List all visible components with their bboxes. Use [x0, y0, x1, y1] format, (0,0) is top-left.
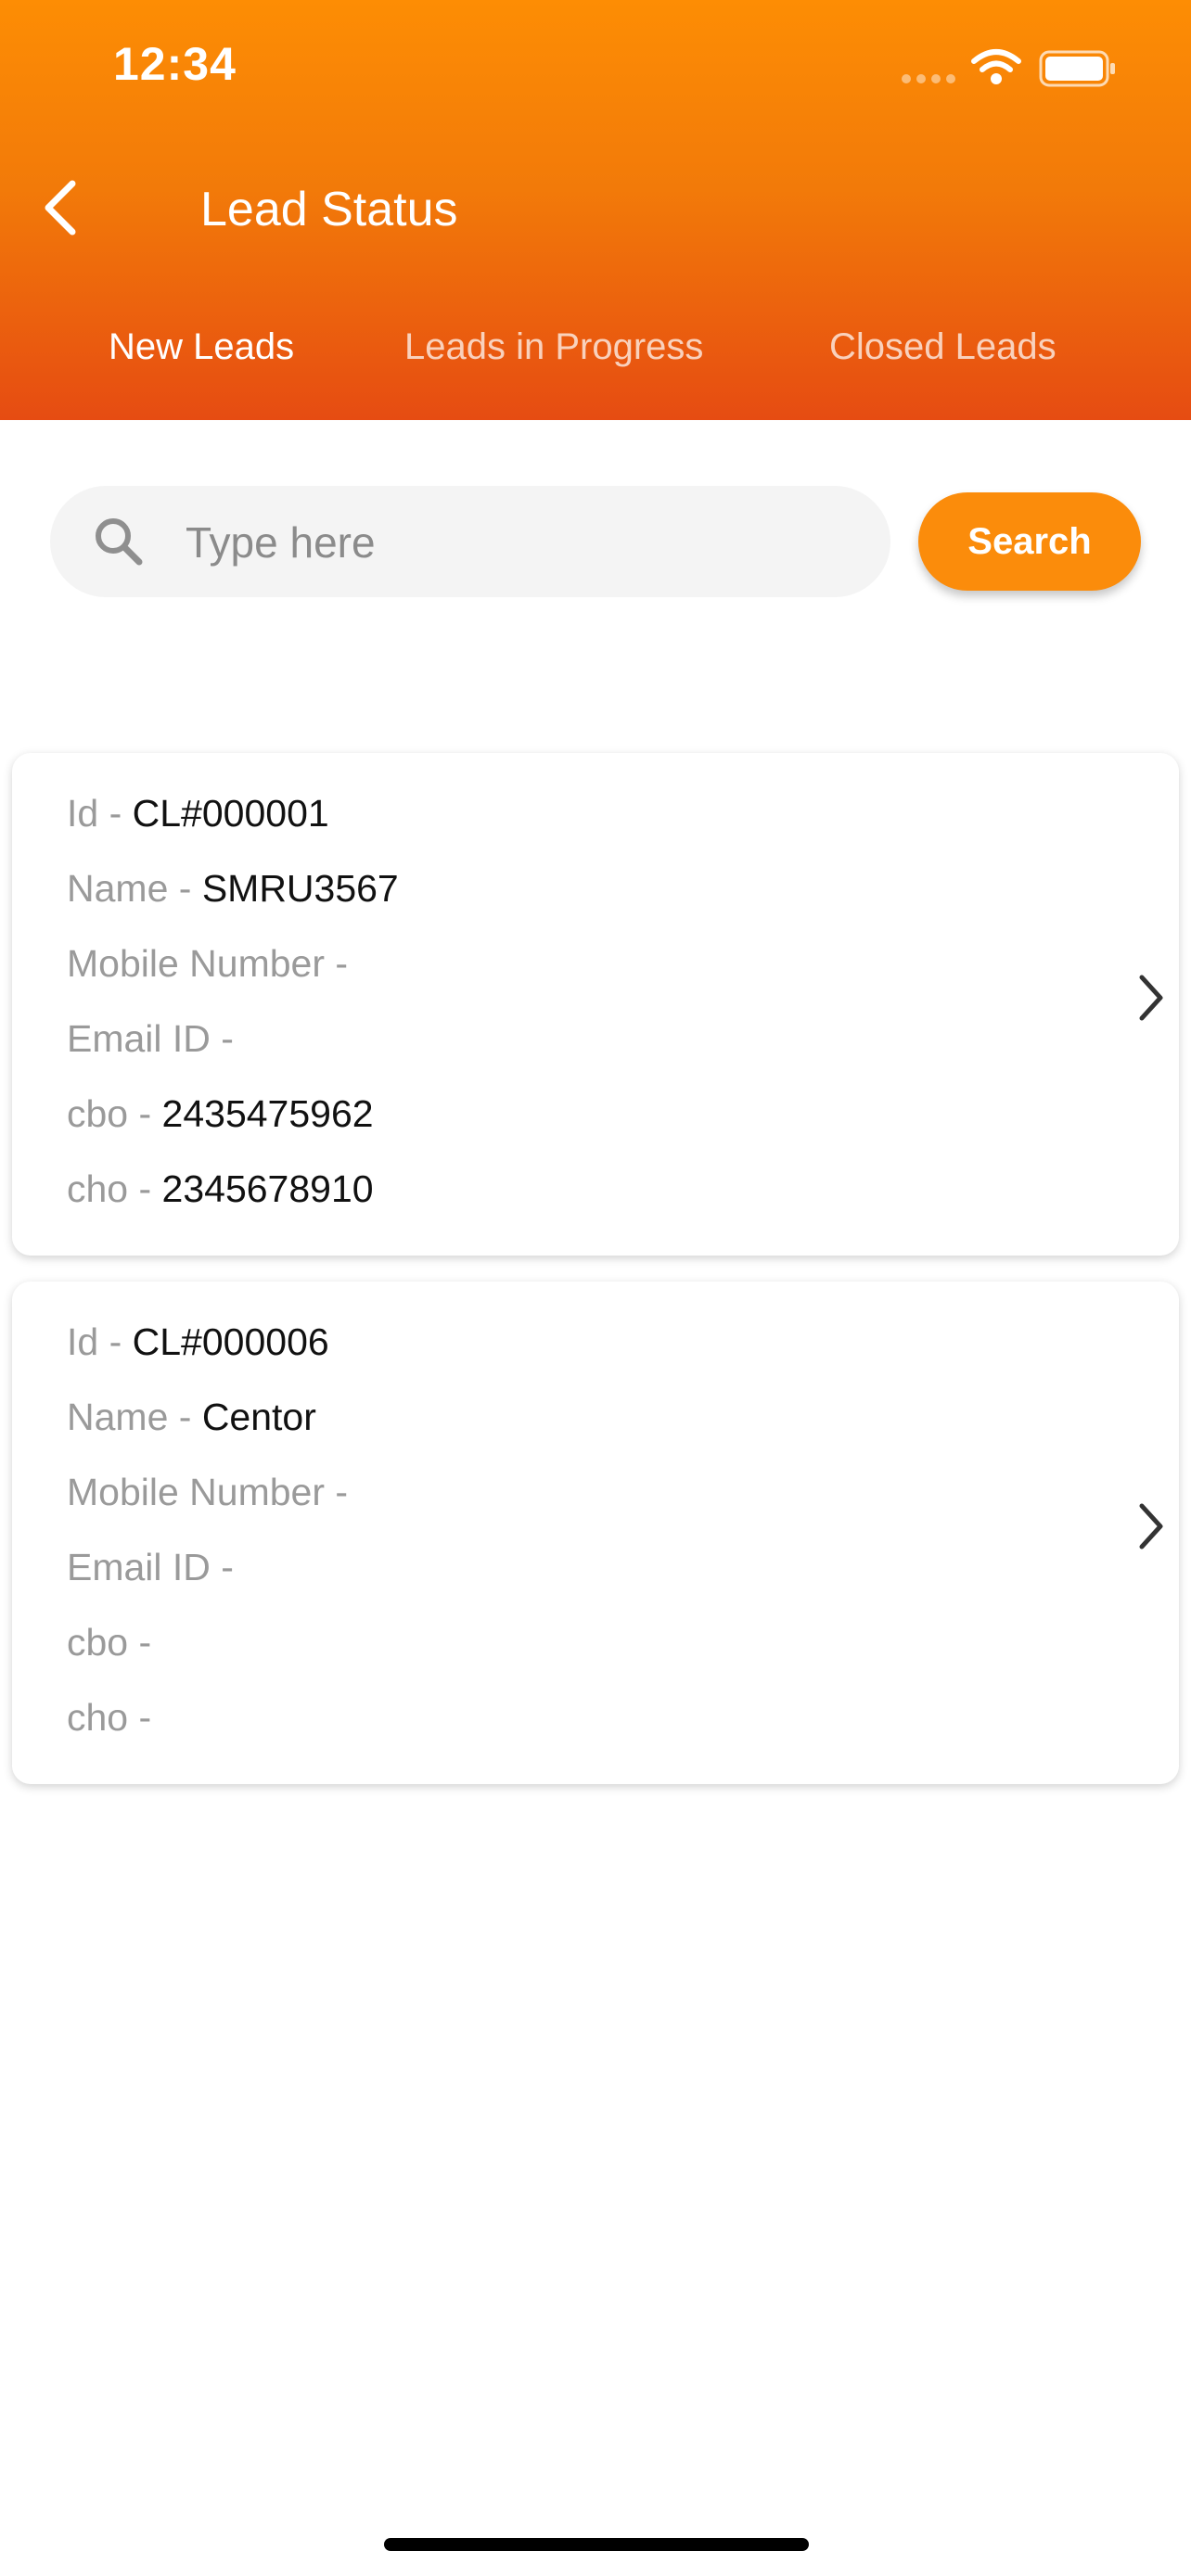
- search-icon: [96, 518, 143, 566]
- field-value: Centor: [201, 1396, 316, 1438]
- app-header: 12:34 Lead Status New Leads Leads in Pro…: [0, 0, 1191, 420]
- field-value: CL#000001: [132, 792, 329, 835]
- field-label: Id -: [67, 792, 133, 835]
- field-value: SMRU3567: [201, 867, 399, 910]
- lead-cho-row: cho - 2345678910: [67, 1167, 374, 1211]
- field-label: Mobile Number -: [67, 1471, 349, 1513]
- home-indicator: [384, 2538, 809, 2551]
- field-label: cbo -: [67, 1621, 152, 1664]
- field-value: 2345678910: [161, 1167, 374, 1210]
- cellular-signal-icon: [902, 74, 955, 83]
- lead-card[interactable]: Id - CL#000001 Name - SMRU3567 Mobile Nu…: [12, 753, 1179, 1256]
- field-label: Name -: [67, 867, 202, 910]
- field-label: cho -: [67, 1167, 162, 1210]
- chevron-right-icon[interactable]: [1134, 972, 1168, 1024]
- field-label: Email ID -: [67, 1017, 234, 1060]
- field-label: Mobile Number -: [67, 942, 349, 985]
- chevron-left-icon: [45, 180, 76, 236]
- tab-leads-in-progress[interactable]: Leads in Progress: [404, 326, 703, 368]
- field-label: Id -: [67, 1320, 133, 1363]
- lead-mobile-row: Mobile Number -: [67, 942, 348, 986]
- status-time: 12:34: [113, 38, 237, 90]
- search-box: [50, 486, 890, 597]
- lead-cbo-row: cbo -: [67, 1621, 151, 1664]
- field-label: Name -: [67, 1396, 202, 1438]
- lead-name-row: Name - SMRU3567: [67, 867, 399, 911]
- search-button[interactable]: Search: [918, 492, 1141, 591]
- field-value: CL#000006: [132, 1320, 329, 1363]
- search-input[interactable]: [184, 510, 855, 575]
- lead-card[interactable]: Id - CL#000006 Name - Centor Mobile Numb…: [12, 1282, 1179, 1784]
- tab-new-leads[interactable]: New Leads: [109, 326, 294, 368]
- field-label: Email ID -: [67, 1546, 234, 1588]
- wifi-icon: [971, 49, 1021, 84]
- lead-cho-row: cho -: [67, 1696, 151, 1740]
- page-title: Lead Status: [200, 183, 458, 236]
- back-button[interactable]: [35, 174, 91, 241]
- lead-email-row: Email ID -: [67, 1546, 234, 1589]
- tab-closed-leads[interactable]: Closed Leads: [829, 326, 1057, 368]
- lead-mobile-row: Mobile Number -: [67, 1471, 348, 1514]
- lead-cbo-row: cbo - 2435475962: [67, 1092, 374, 1136]
- lead-id-row: Id - CL#000001: [67, 792, 329, 835]
- chevron-right-icon[interactable]: [1134, 1500, 1168, 1552]
- field-value: 2435475962: [161, 1092, 374, 1135]
- lead-name-row: Name - Centor: [67, 1396, 316, 1439]
- lead-id-row: Id - CL#000006: [67, 1320, 329, 1364]
- lead-email-row: Email ID -: [67, 1017, 234, 1061]
- field-label: cbo -: [67, 1092, 162, 1135]
- field-label: cho -: [67, 1696, 152, 1739]
- battery-icon: [1039, 50, 1115, 87]
